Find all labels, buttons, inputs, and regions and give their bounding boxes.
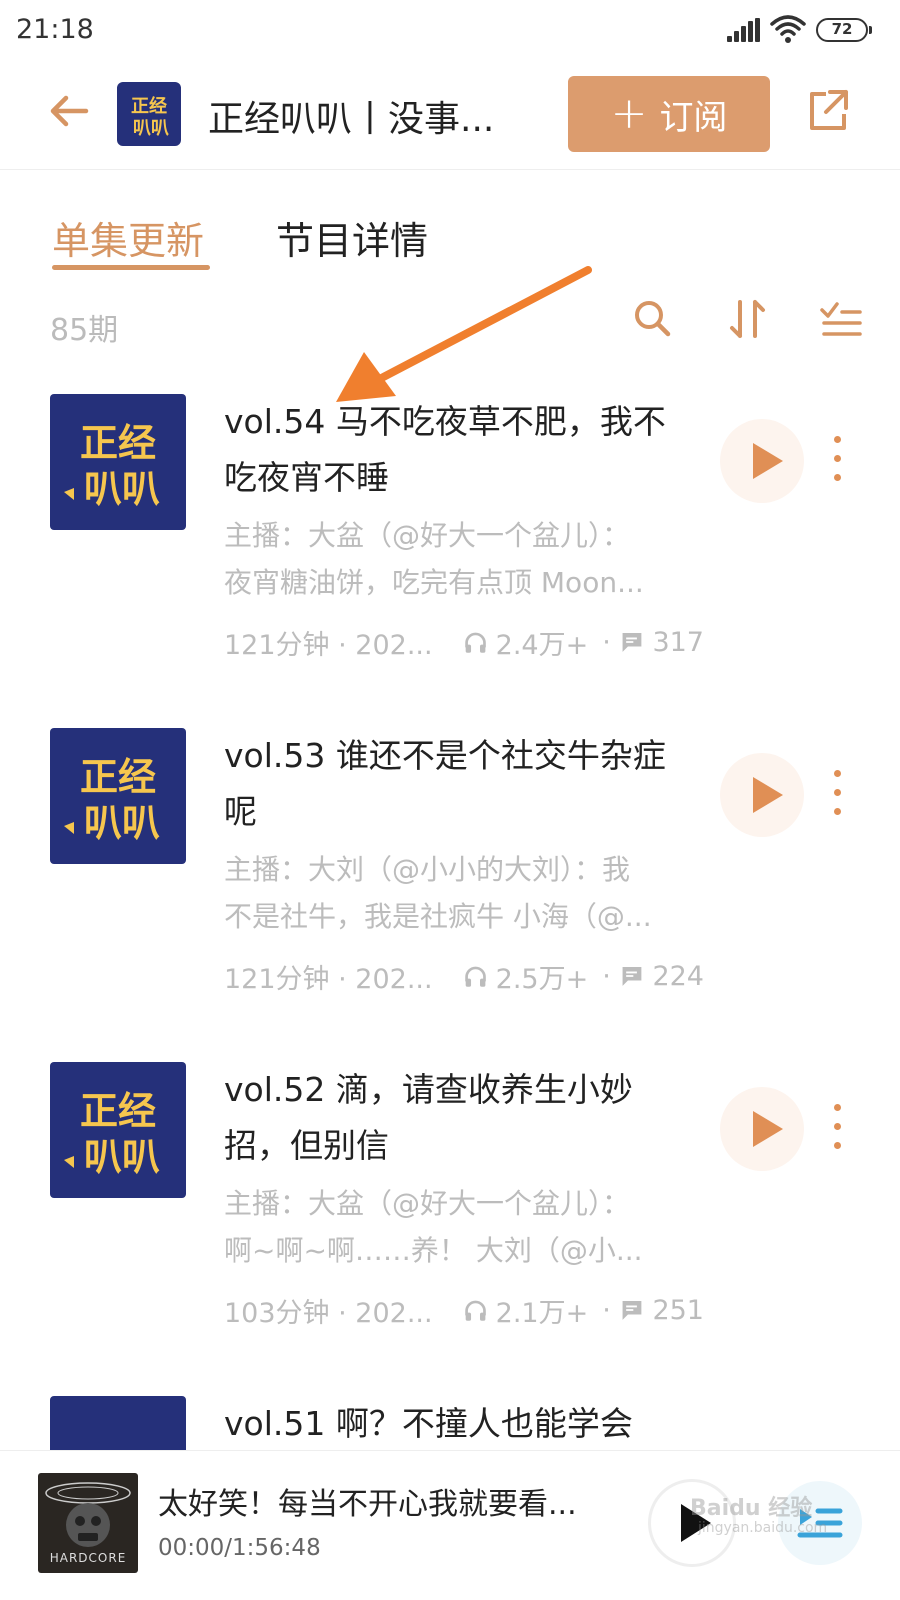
podcast-logo: 正经 叭叭	[64, 421, 160, 511]
svg-text:正经: 正经	[80, 1089, 156, 1133]
episode-cover: 正经 叭叭	[50, 394, 186, 530]
search-icon[interactable]	[630, 296, 676, 342]
more-icon[interactable]	[828, 1104, 848, 1154]
episode-item[interactable]: 正经 叭叭 vol.54 马不吃夜草不肥，我不吃夜宵不睡 主播：大盆（@好大一个…	[0, 394, 900, 734]
status-bar: 21:18 72	[0, 0, 900, 62]
svg-text:叭叭: 叭叭	[133, 118, 169, 139]
tab-bar: 单集更新 节目详情	[0, 170, 900, 280]
episode-count: 85期	[50, 313, 119, 348]
svg-text:叭叭: 叭叭	[84, 1135, 160, 1179]
episode-description: 主播：大刘（@小小的大刘）：我 不是社牛，我是社疯牛 小海（@...	[224, 853, 652, 933]
share-icon[interactable]	[804, 86, 852, 134]
headphones-icon	[464, 1300, 486, 1321]
podcast-logo: 正经 叭叭	[64, 1089, 160, 1179]
svg-text:正经: 正经	[80, 755, 156, 799]
episode-meta: 121分钟 · 202... 2.5万+ · 224	[224, 956, 704, 996]
player-cover-brand: HARDCORE	[49, 1551, 127, 1565]
podcast-logo: 正经 叭叭	[131, 95, 169, 139]
tab-episode-updates[interactable]: 单集更新	[52, 210, 204, 265]
episode-duration: 103分钟 · 202...	[224, 1297, 433, 1329]
headphones-icon	[464, 632, 486, 653]
battery-indicator: 72	[816, 18, 872, 42]
episode-duration: 121分钟 · 202...	[224, 629, 433, 661]
svg-text:叭叭: 叭叭	[84, 467, 160, 511]
wifi-icon	[770, 15, 806, 43]
episode-play-button[interactable]	[720, 419, 804, 503]
episode-plays: 2.4万+	[495, 629, 589, 661]
headphones-icon	[464, 966, 486, 987]
episode-title: vol.54 马不吃夜草不肥，我不吃夜宵不睡	[224, 402, 666, 497]
episode-title: vol.51 啊？不撞人也能学会	[224, 1404, 633, 1443]
episode-plays: 2.5万+	[495, 963, 589, 995]
svg-text:叭叭: 叭叭	[84, 801, 160, 845]
episode-meta-sep: ·	[602, 960, 620, 992]
episode-title: vol.53 谁还不是个社交牛杂症呢	[224, 736, 666, 831]
episode-meta-sep: ·	[602, 626, 620, 658]
episode-meta: 103分钟 · 202... 2.1万+ · 251	[224, 1290, 704, 1330]
svg-text:正经: 正经	[80, 421, 156, 465]
podcast-title: 正经叭叭丨没事...	[208, 99, 495, 140]
batch-select-icon[interactable]	[818, 296, 864, 342]
episode-meta-sep: ·	[602, 1294, 620, 1326]
episode-comments: 251	[652, 1294, 704, 1326]
episode-description: 主播：大盆（@好大一个盆儿）： 啊~啊~啊……养！ 大刘（@小...	[224, 1187, 643, 1267]
episode-meta: 121分钟 · 202... 2.4万+ · 317	[224, 622, 704, 662]
signal-icon	[727, 18, 761, 42]
episode-item[interactable]: 正经 叭叭 vol.53 谁还不是个社交牛杂症呢 主播：大刘（@小小的大刘）：我…	[0, 728, 900, 1068]
subscribe-label: 订阅	[659, 97, 728, 138]
episode-cover: 正经 叭叭	[50, 1062, 186, 1198]
episode-duration: 121分钟 · 202...	[224, 963, 433, 995]
episode-description: 主播：大盆（@好大一个盆儿）： 夜宵糖油饼，吃完有点顶 Moon...	[224, 519, 644, 599]
player-time: 00:00/1:56:48	[158, 1535, 321, 1561]
tab-program-details[interactable]: 节目详情	[276, 210, 428, 265]
header: 正经 叭叭 正经叭叭丨没事... + 订阅	[0, 62, 900, 170]
watermark-url: jingyan.baidu.com	[698, 1520, 828, 1536]
episode-item[interactable]: 正经 叭叭 vol.52 滴，请查收养生小妙招，但别信 主播：大盆（@好大一个盆…	[0, 1062, 900, 1402]
episode-title: vol.52 滴，请查收养生小妙招，但别信	[224, 1070, 633, 1165]
episode-item[interactable]: vol.51 啊？不撞人也能学会	[0, 1396, 900, 1450]
more-icon[interactable]	[828, 436, 848, 486]
status-time: 21:18	[16, 14, 94, 45]
episode-comments: 317	[652, 626, 704, 658]
episode-play-button[interactable]	[720, 753, 804, 837]
list-toolbar: 85期	[0, 280, 900, 370]
plus-icon: +	[610, 88, 648, 139]
player-title: 太好笑！每当不开心我就要看...	[158, 1487, 577, 1522]
tab-active-indicator	[52, 265, 210, 270]
sort-icon[interactable]	[725, 296, 771, 342]
comment-icon	[622, 1301, 642, 1320]
episode-comments: 224	[652, 960, 704, 992]
podcast-cover: 正经 叭叭	[117, 82, 181, 146]
podcast-logo: 正经 叭叭	[64, 755, 160, 845]
episode-plays: 2.1万+	[495, 1297, 589, 1329]
svg-text:正经: 正经	[131, 95, 167, 117]
episode-cover: 正经 叭叭	[50, 728, 186, 864]
more-icon[interactable]	[828, 770, 848, 820]
back-arrow-icon[interactable]	[44, 86, 94, 136]
episode-play-button[interactable]	[720, 1087, 804, 1171]
watermark: Baidu 经验	[690, 1496, 813, 1521]
player-cover: HARDCORE	[38, 1473, 138, 1573]
comment-icon	[622, 633, 642, 652]
episode-cover	[50, 1396, 186, 1450]
subscribe-button[interactable]: + 订阅	[568, 76, 770, 152]
comment-icon	[622, 967, 642, 986]
